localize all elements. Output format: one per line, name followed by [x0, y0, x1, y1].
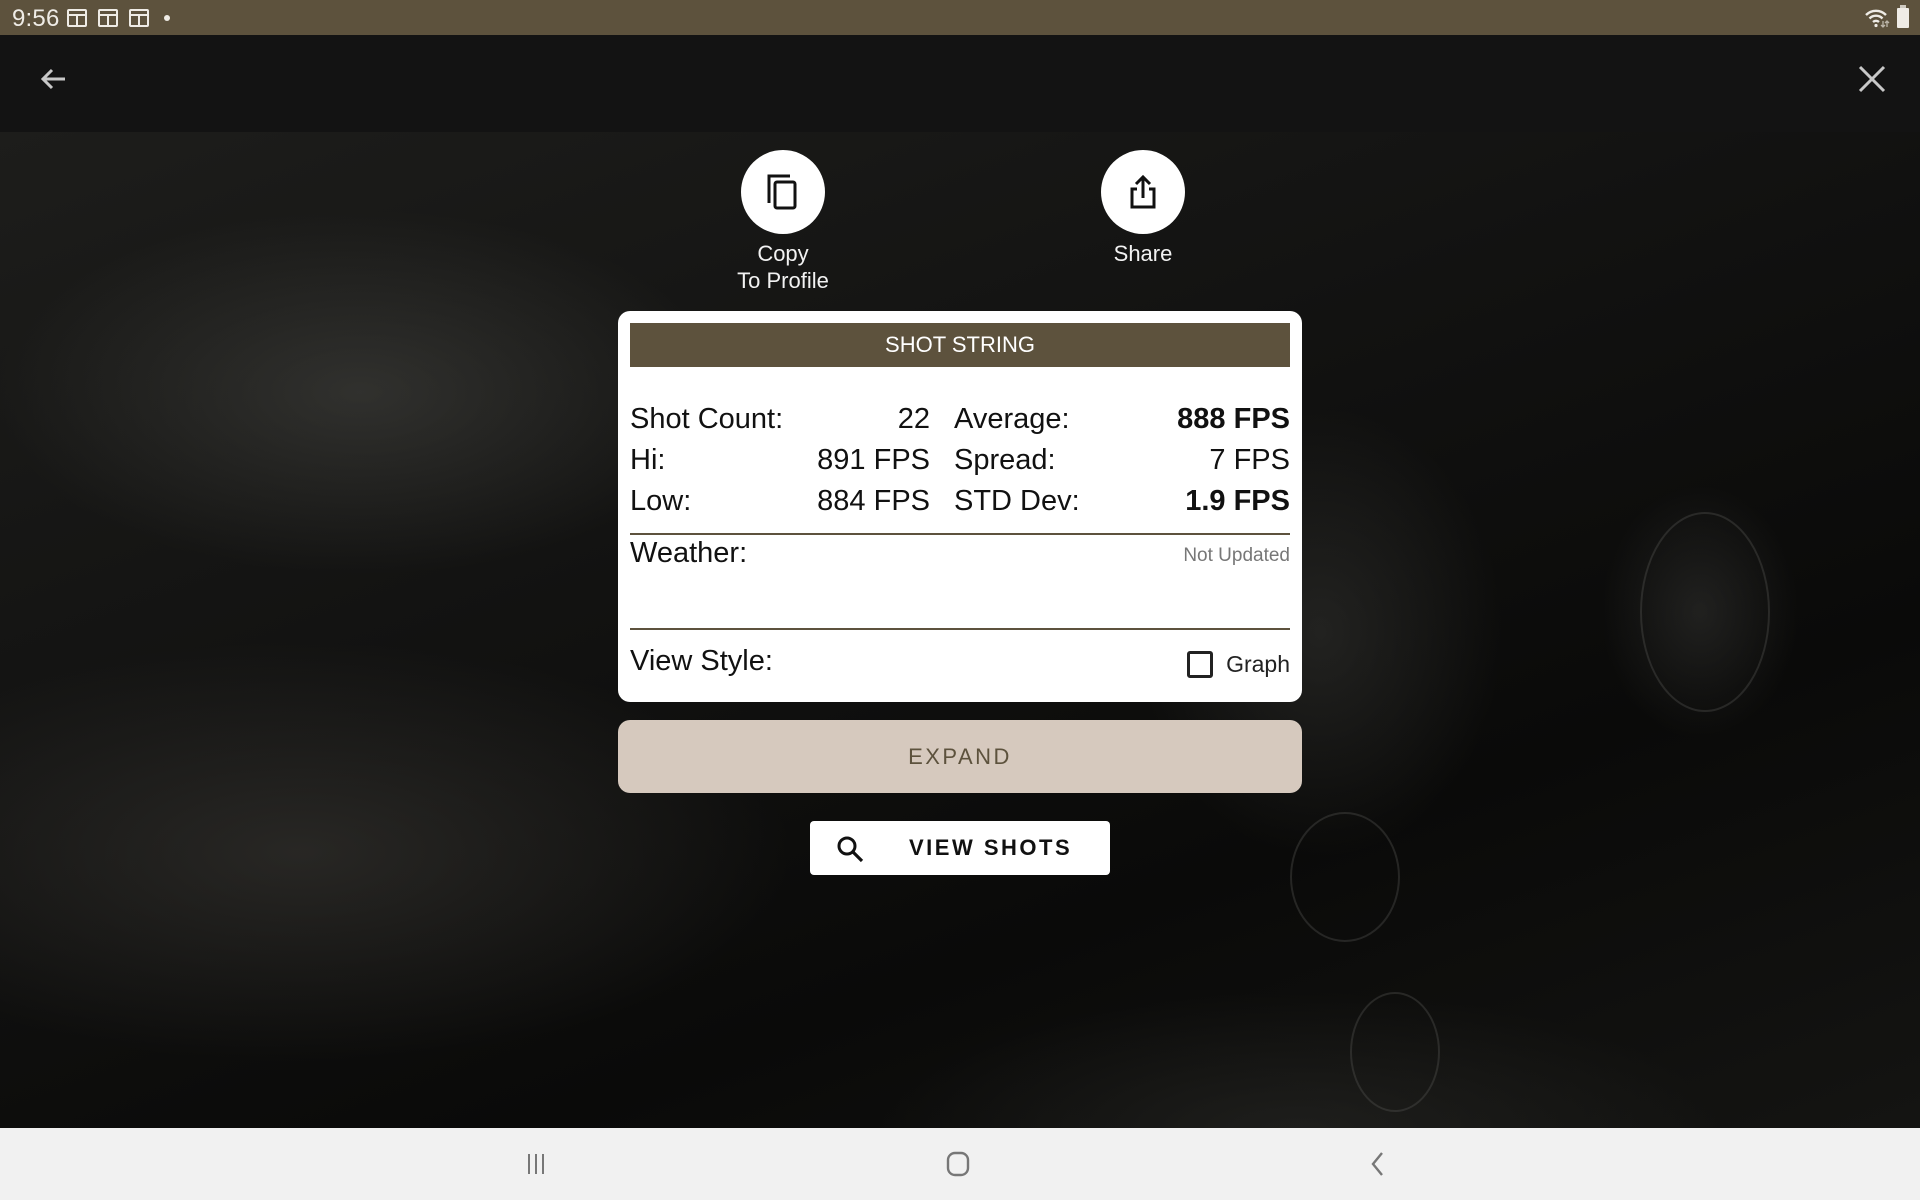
- graph-label: Graph: [1226, 651, 1290, 677]
- shot-count-label: Shot Count:: [630, 403, 784, 435]
- shot-string-card: SHOT STRING Shot Count: 22 Average: 888 …: [618, 311, 1302, 702]
- close-button[interactable]: [1842, 49, 1902, 109]
- wifi-icon: [1865, 9, 1890, 28]
- news-icon: [98, 9, 118, 27]
- stats-grid: Shot Count: 22 Average: 888 FPS Hi: 891 …: [630, 399, 1290, 522]
- search-icon: [837, 836, 864, 863]
- expand-button[interactable]: EXPAND: [618, 720, 1302, 793]
- view-style-label: View Style:: [630, 645, 773, 677]
- close-icon: [1858, 65, 1886, 93]
- average-label: Average:: [954, 403, 1070, 435]
- std-dev-label: STD Dev:: [954, 485, 1080, 517]
- checkbox-icon[interactable]: [1187, 651, 1214, 678]
- share-icon: [1130, 174, 1156, 209]
- back-icon: [1371, 1152, 1383, 1176]
- divider: [630, 533, 1290, 535]
- status-bar: 9:56: [0, 0, 1920, 35]
- weather-label: Weather:: [630, 537, 748, 569]
- stat-row: Hi: 891 FPS Spread: 7 FPS: [630, 440, 1290, 481]
- shot-count-value: 22: [897, 403, 930, 435]
- news-icon: [129, 9, 149, 27]
- background-detail: [1290, 812, 1400, 942]
- recent-apps-button[interactable]: [506, 1142, 566, 1186]
- view-shots-button[interactable]: VIEW SHOTS: [810, 821, 1110, 875]
- hi-label: Hi:: [630, 444, 666, 476]
- copy-button-circle[interactable]: [741, 150, 825, 234]
- share-label: Share: [1113, 241, 1173, 266]
- background-detail: [1640, 512, 1770, 712]
- system-nav-bar: [0, 1128, 1920, 1200]
- home-button[interactable]: [928, 1142, 988, 1186]
- app-bar: [0, 35, 1920, 132]
- spread-value: 7 FPS: [1209, 444, 1290, 476]
- more-notifications-dot: [164, 15, 170, 21]
- copy-icon: [767, 174, 797, 210]
- status-time: 9:56: [12, 5, 60, 32]
- arrow-left-icon: [40, 68, 65, 90]
- divider: [630, 628, 1290, 630]
- low-value: 884 FPS: [817, 485, 930, 517]
- copy-to-profile-button[interactable]: Copy To Profile: [713, 150, 853, 294]
- back-button[interactable]: [23, 49, 83, 109]
- card-title: SHOT STRING: [630, 323, 1290, 367]
- share-button-circle[interactable]: [1101, 150, 1185, 234]
- expand-label: EXPAND: [908, 743, 1012, 769]
- graph-checkbox[interactable]: Graph: [1187, 651, 1290, 678]
- stat-row: Low: 884 FPS STD Dev: 1.9 FPS: [630, 481, 1290, 522]
- home-icon: [946, 1151, 970, 1177]
- view-shots-label: VIEW SHOTS: [909, 835, 1073, 860]
- background-detail: [1350, 992, 1440, 1112]
- news-icon: [67, 9, 87, 27]
- battery-icon: [1897, 5, 1909, 28]
- std-dev-value: 1.9 FPS: [1185, 485, 1290, 517]
- weather-status: Not Updated: [1183, 545, 1290, 566]
- spread-label: Spread:: [954, 444, 1056, 476]
- average-value: 888 FPS: [1177, 403, 1290, 435]
- copy-to-profile-label: Copy To Profile: [737, 241, 829, 293]
- low-label: Low:: [630, 485, 692, 517]
- stat-row: Shot Count: 22 Average: 888 FPS: [630, 399, 1290, 440]
- recent-apps-icon: [528, 1154, 544, 1174]
- hi-value: 891 FPS: [817, 444, 930, 476]
- share-button[interactable]: Share: [1073, 150, 1213, 267]
- system-back-button[interactable]: [1348, 1142, 1408, 1186]
